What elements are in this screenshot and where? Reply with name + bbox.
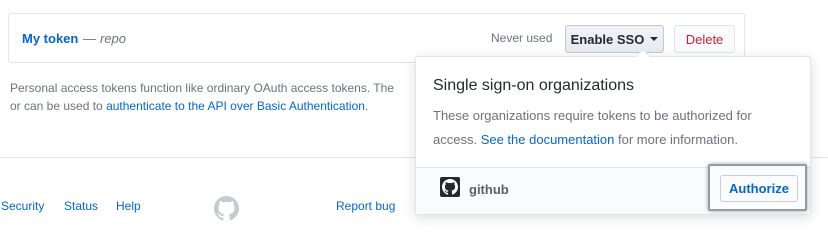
help-text-line-1: Personal access tokens function like ord… [10, 81, 394, 95]
footer-link-help[interactable]: Help [116, 199, 141, 213]
help-text-suffix: . [364, 99, 369, 113]
footer-link-report-bug[interactable]: Report bug [336, 199, 395, 213]
help-text: Personal access tokens function like ord… [10, 81, 394, 95]
popover-desc-suffix: for more information. [614, 132, 738, 147]
footer-link-status[interactable]: Status [64, 199, 98, 213]
footer-link-security[interactable]: Security [1, 199, 44, 213]
popover-description: These organizations require tokens to be… [433, 104, 798, 152]
enable-sso-label: Enable SSO [570, 31, 645, 47]
token-scope: repo [100, 31, 127, 46]
token-name-link[interactable]: My token [22, 31, 78, 46]
authorize-highlight: Authorize [708, 164, 807, 211]
basic-auth-link[interactable]: authenticate to the API over Basic Authe… [106, 99, 365, 113]
popover-title: Single sign-on organizations [433, 77, 635, 94]
help-text-line-2: or can be used to authenticate to the AP… [10, 99, 368, 113]
enable-sso-button[interactable]: Enable SSO [565, 25, 664, 53]
documentation-link[interactable]: See the documentation [481, 132, 615, 147]
help-text-prefix: or can be used to [10, 99, 107, 113]
popover-desc-line1: These organizations require tokens to be… [433, 108, 752, 123]
org-name: github [469, 182, 509, 197]
last-used-status: Never used [491, 31, 553, 45]
caret-down-icon [650, 37, 659, 41]
github-mark-icon [440, 177, 460, 197]
delete-button[interactable]: Delete [674, 25, 735, 53]
token-dash: — [83, 31, 96, 46]
github-logo-icon[interactable] [214, 196, 239, 221]
popover-desc-prefix: access. [433, 132, 481, 147]
authorize-button[interactable]: Authorize [720, 175, 798, 202]
